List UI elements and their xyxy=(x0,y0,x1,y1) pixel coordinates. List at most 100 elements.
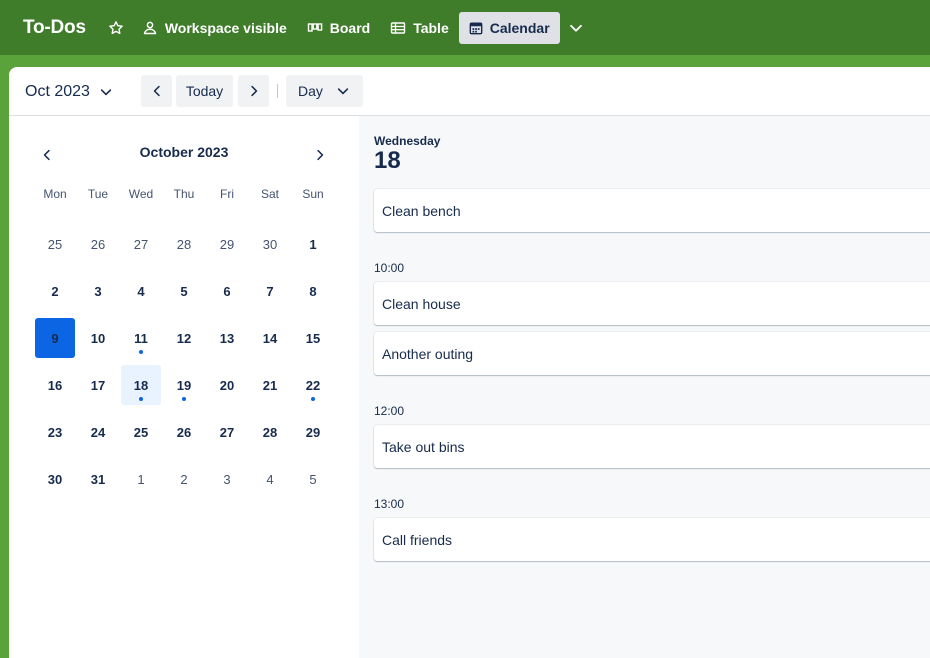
calendar-day-cell[interactable]: 16 xyxy=(35,365,75,405)
next-period-button[interactable] xyxy=(238,75,269,107)
calendar-day-number: 25 xyxy=(133,424,149,440)
calendar-day-cell[interactable]: 2 xyxy=(35,271,75,311)
time-slot-label: 13:00 xyxy=(374,497,405,511)
calendar-day-cell[interactable]: 27 xyxy=(121,224,161,264)
calendar-day-number: 21 xyxy=(262,377,278,393)
calendar-day-number: 2 xyxy=(51,283,59,299)
calendar-panel: Oct 2023 Today Day October 2023 Mon Tue … xyxy=(9,67,930,658)
calendar-day-cell[interactable]: 26 xyxy=(78,224,118,264)
board-view-icon xyxy=(307,22,323,32)
calendar-day-number: 15 xyxy=(305,330,321,346)
event-indicator-dot xyxy=(139,350,143,354)
calendar-day-cell[interactable]: 25 xyxy=(121,412,161,452)
calendar-day-cell[interactable]: 15 xyxy=(293,318,333,358)
calendar-day-cell[interactable]: 18 xyxy=(121,365,161,405)
calendar-day-cell[interactable]: 1 xyxy=(293,224,333,264)
calendar-day-number: 5 xyxy=(309,471,317,487)
calendar-day-cell[interactable]: 7 xyxy=(250,271,290,311)
calendar-day-number: 31 xyxy=(90,471,106,487)
chevron-right-icon xyxy=(250,85,257,97)
toolbar-divider xyxy=(277,84,278,98)
view-tab-board-label: Board xyxy=(329,19,371,36)
calendar-day-number: 22 xyxy=(305,377,321,393)
calendar-day-cell[interactable]: 28 xyxy=(164,224,204,264)
calendar-day-number: 13 xyxy=(219,330,235,346)
event-card[interactable]: Take out bins xyxy=(374,425,930,468)
calendar-day-cell[interactable]: 21 xyxy=(250,365,290,405)
calendar-day-cell[interactable]: 24 xyxy=(78,412,118,452)
calendar-day-cell[interactable]: 11 xyxy=(121,318,161,358)
calendar-day-cell[interactable]: 6 xyxy=(207,271,247,311)
view-mode-select[interactable]: Day xyxy=(286,75,363,107)
calendar-day-cell[interactable]: 12 xyxy=(164,318,204,358)
weekday-header-sat: Sat xyxy=(260,187,279,201)
weekday-header-thu: Thu xyxy=(173,187,195,201)
calendar-day-cell[interactable]: 13 xyxy=(207,318,247,358)
event-title: Another outing xyxy=(382,345,474,362)
mini-next-month-button[interactable] xyxy=(308,143,332,167)
view-tab-table-label: Table xyxy=(413,19,449,36)
event-card[interactable]: Another outing xyxy=(374,332,930,375)
calendar-day-cell[interactable]: 22 xyxy=(293,365,333,405)
calendar-day-cell[interactable]: 25 xyxy=(35,224,75,264)
calendar-day-cell[interactable]: 29 xyxy=(207,224,247,264)
calendar-day-cell[interactable]: 4 xyxy=(250,459,290,499)
view-tab-calendar[interactable]: Calendar xyxy=(458,11,560,44)
calendar-day-cell[interactable]: 20 xyxy=(207,365,247,405)
calendar-day-cell[interactable]: 26 xyxy=(164,412,204,452)
board-title[interactable]: To-Dos xyxy=(23,17,86,39)
calendar-day-number: 12 xyxy=(176,330,192,346)
calendar-day-number: 19 xyxy=(176,377,192,393)
calendar-day-cell[interactable]: 27 xyxy=(207,412,247,452)
month-picker[interactable]: Oct 2023 xyxy=(25,80,113,104)
view-mode-label: Day xyxy=(298,83,323,99)
day-view-date-number: 18 xyxy=(374,147,401,174)
weekday-header-fri: Fri xyxy=(220,187,234,201)
visibility-button[interactable]: Workspace visible xyxy=(132,12,297,44)
event-card[interactable]: Clean house xyxy=(374,282,930,325)
calendar-day-cell[interactable]: 5 xyxy=(293,459,333,499)
previous-period-button[interactable] xyxy=(141,75,172,107)
calendar-day-number: 30 xyxy=(47,471,63,487)
view-tab-board[interactable]: Board xyxy=(297,12,380,44)
calendar-day-cell[interactable]: 2 xyxy=(164,459,204,499)
calendar-day-cell[interactable]: 19 xyxy=(164,365,204,405)
event-indicator-dot xyxy=(182,397,186,401)
calendar-day-cell[interactable]: 8 xyxy=(293,271,333,311)
star-board-button[interactable] xyxy=(100,12,132,44)
calendar-day-cell[interactable]: 3 xyxy=(78,271,118,311)
view-tab-table[interactable]: Table xyxy=(380,12,459,44)
calendar-day-cell[interactable]: 3 xyxy=(207,459,247,499)
calendar-day-number: 26 xyxy=(90,236,106,252)
calendar-day-number: 1 xyxy=(309,236,317,252)
calendar-day-cell[interactable]: 17 xyxy=(78,365,118,405)
calendar-day-number: 30 xyxy=(262,236,278,252)
calendar-day-number: 28 xyxy=(262,424,278,440)
calendar-day-cell[interactable]: 29 xyxy=(293,412,333,452)
people-icon xyxy=(143,21,157,34)
calendar-day-cell[interactable]: 30 xyxy=(250,224,290,264)
calendar-day-cell[interactable]: 5 xyxy=(164,271,204,311)
calendar-day-cell[interactable]: 4 xyxy=(121,271,161,311)
calendar-day-cell[interactable]: 23 xyxy=(35,412,75,452)
event-card[interactable]: Clean bench xyxy=(374,189,930,232)
calendar-day-cell[interactable]: 14 xyxy=(250,318,290,358)
calendar-day-cell[interactable]: 31 xyxy=(78,459,118,499)
chevron-down-icon xyxy=(100,89,112,96)
calendar-day-cell[interactable]: 10 xyxy=(78,318,118,358)
today-button[interactable]: Today xyxy=(176,75,233,107)
calendar-day-cell[interactable]: 1 xyxy=(121,459,161,499)
weekday-header-tue: Tue xyxy=(87,187,109,201)
time-slot-label: 12:00 xyxy=(374,404,405,418)
calendar-day-number: 25 xyxy=(47,236,63,252)
calendar-day-cell[interactable]: 30 xyxy=(35,459,75,499)
view-tab-calendar-label: Calendar xyxy=(489,19,550,36)
day-view-weekday: Wednesday xyxy=(374,134,441,148)
calendar-day-cell[interactable]: 9 xyxy=(35,318,75,358)
calendar-day-number: 8 xyxy=(309,283,317,299)
calendar-day-cell[interactable]: 28 xyxy=(250,412,290,452)
more-views-button[interactable] xyxy=(560,12,592,44)
event-card[interactable]: Call friends xyxy=(374,518,930,561)
event-title: Call friends xyxy=(382,531,453,548)
calendar-day-number: 3 xyxy=(94,283,102,299)
